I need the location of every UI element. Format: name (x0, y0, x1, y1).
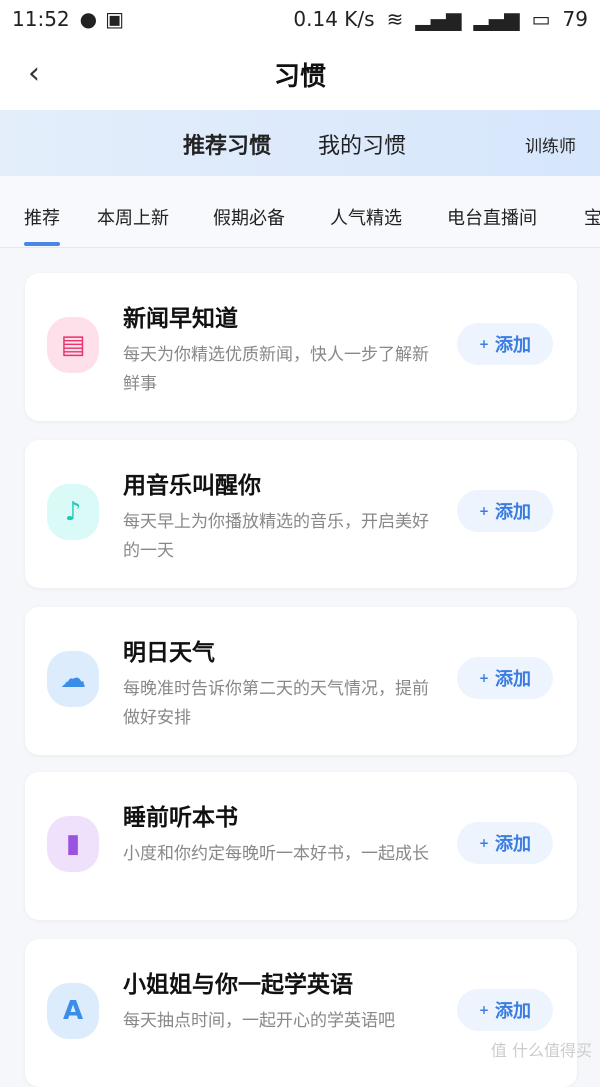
music-alarm-icon: ♪ (47, 484, 99, 540)
category-tabs: 推荐 本周上新 假期必备 人气精选 电台直播间 宝 (0, 176, 600, 248)
habit-description: 每晚准时告诉你第二天的天气情况，提前做好安排 (123, 679, 429, 728)
add-label: 添加 (495, 834, 532, 855)
plus-icon: + (478, 337, 490, 351)
habit-title: 睡前听本书 (123, 805, 238, 831)
add-button[interactable]: + 添加 (457, 657, 553, 699)
network-speed: 0.14 K/s (293, 7, 375, 31)
add-label: 添加 (495, 502, 532, 523)
page-title: 习惯 (273, 62, 326, 92)
habit-card[interactable]: ☁ 明日天气 每晚准时告诉你第二天的天气情况，提前做好安排 + 添加 (25, 607, 577, 755)
wifi-icon: ≋ (386, 7, 404, 31)
plus-icon: + (478, 671, 490, 685)
habit-card[interactable]: ▤ 新闻早知道 每天为你精选优质新闻，快人一步了解新鲜事 + 添加 (25, 273, 577, 421)
tab-more[interactable]: 宝 (584, 204, 600, 230)
plus-icon: + (478, 836, 490, 850)
add-label: 添加 (495, 335, 532, 356)
plus-icon: + (478, 504, 490, 518)
add-button[interactable]: + 添加 (457, 822, 553, 864)
wechat-icon: ● (79, 7, 98, 31)
habit-description: 每天早上为你播放精选的音乐，开启美好的一天 (123, 512, 429, 561)
signal-4g-icon: ▂▄▆ (473, 7, 520, 31)
habit-title: 用音乐叫醒你 (123, 473, 261, 499)
add-button[interactable]: + 添加 (457, 490, 553, 532)
add-button[interactable]: + 添加 (457, 989, 553, 1031)
tab-new-this-week[interactable]: 本周上新 (97, 204, 169, 230)
tab-holiday[interactable]: 假期必备 (213, 204, 285, 230)
trainer-link[interactable]: 训练师 (525, 132, 576, 157)
weather-icon: ☁ (47, 651, 99, 707)
tab-recommended-habits[interactable]: 推荐习惯 (183, 128, 271, 160)
image-icon: ▣ (105, 7, 124, 31)
add-label: 添加 (495, 669, 532, 690)
book-icon: ▮ (47, 816, 99, 872)
news-icon: ▤ (47, 317, 99, 373)
habit-switch-banner: 推荐习惯 我的习惯 训练师 (0, 110, 600, 176)
habit-description: 每天为你精选优质新闻，快人一步了解新鲜事 (123, 345, 429, 394)
tab-my-habits[interactable]: 我的习惯 (318, 128, 406, 160)
tab-radio[interactable]: 电台直播间 (447, 204, 537, 230)
signal-icon: ▂▄▆ (415, 7, 462, 31)
habit-title: 小姐姐与你一起学英语 (123, 972, 353, 998)
habit-card[interactable]: A 小姐姐与你一起学英语 每天抽点时间，一起开心的学英语吧 + 添加 (25, 939, 577, 1087)
tab-recommend[interactable]: 推荐 (24, 204, 60, 246)
habit-description: 每天抽点时间，一起开心的学英语吧 (123, 1011, 395, 1031)
watermark: 值 什么值得买 (490, 1041, 592, 1060)
add-label: 添加 (495, 1001, 532, 1022)
english-icon: A (47, 983, 99, 1039)
habit-title: 明日天气 (123, 640, 215, 666)
plus-icon: + (478, 1003, 490, 1017)
nav-bar: ‹ 习惯 (0, 38, 600, 110)
habit-title: 新闻早知道 (123, 306, 238, 332)
habit-description: 小度和你约定每晚听一本好书，一起成长 (123, 844, 429, 864)
add-button[interactable]: + 添加 (457, 323, 553, 365)
battery-icon: ▭ (531, 7, 551, 31)
status-bar: 11:52 ● ▣ 0.14 K/s ≋ ▂▄▆ ▂▄▆ ▭ 79 (0, 0, 600, 38)
habit-card[interactable]: ♪ 用音乐叫醒你 每天早上为你播放精选的音乐，开启美好的一天 + 添加 (25, 440, 577, 588)
clock: 11:52 (12, 7, 70, 31)
habit-card[interactable]: ▮ 睡前听本书 小度和你约定每晚听一本好书，一起成长 + 添加 (25, 772, 577, 920)
battery-level: 79 (562, 7, 588, 31)
tab-popular[interactable]: 人气精选 (330, 204, 402, 230)
